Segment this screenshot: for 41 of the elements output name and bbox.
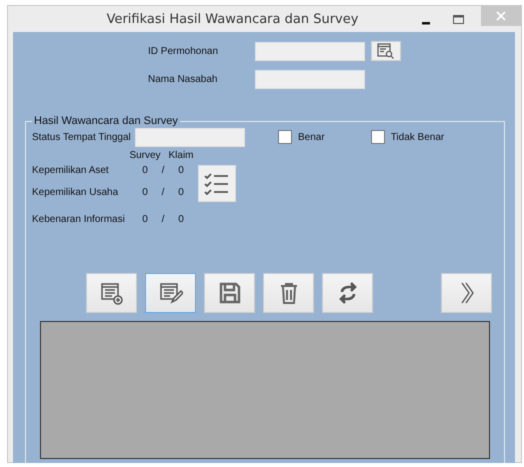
input-field[interactable] xyxy=(255,42,365,60)
window-title: Verifikasi Hasil Wawancara dan Survey xyxy=(106,12,360,26)
survey-value: 0 xyxy=(141,214,149,225)
row-label: Kepemilikan Usaha xyxy=(32,187,120,198)
row-label: Kebenaran Informasi xyxy=(32,214,126,225)
claim-value: 0 xyxy=(177,187,185,198)
next-button[interactable] xyxy=(441,273,492,313)
list-add-icon xyxy=(100,281,124,305)
checklist-icon xyxy=(204,172,230,196)
column-header: Survey xyxy=(129,150,161,160)
edit-button[interactable] xyxy=(145,273,196,313)
add-button[interactable] xyxy=(86,273,137,313)
field-label: Status Tempat Tinggal xyxy=(32,132,132,142)
group-title: Hasil Wawancara dan Survey xyxy=(33,115,179,127)
save-icon xyxy=(218,281,242,305)
checklist-button[interactable] xyxy=(198,165,236,202)
survey-value: 0 xyxy=(141,164,149,176)
save-button[interactable] xyxy=(204,273,255,313)
row-label: Kepemilikan Aset xyxy=(32,164,110,176)
input-field[interactable] xyxy=(135,128,245,146)
list-edit-icon xyxy=(158,281,182,305)
separator-text: / xyxy=(160,187,166,198)
lookup-button[interactable] xyxy=(371,41,401,61)
separator-text: / xyxy=(160,164,166,176)
checkbox[interactable]: Tidak Benar xyxy=(370,130,444,144)
input-field[interactable] xyxy=(255,70,365,89)
column-header: Klaim xyxy=(168,150,194,160)
checkbox[interactable]: Benar xyxy=(278,130,325,144)
field-label: ID Permohonan xyxy=(148,46,220,56)
claim-value: 0 xyxy=(177,214,185,225)
separator-text: / xyxy=(160,214,166,225)
field-label: Nama Nasabah xyxy=(148,74,218,85)
claim-value: 0 xyxy=(177,164,185,176)
close-icon xyxy=(496,11,506,21)
list-search-icon xyxy=(377,43,395,59)
refresh-button[interactable] xyxy=(322,273,373,313)
double-chevron-icon xyxy=(458,281,474,305)
maximize-icon xyxy=(452,14,464,24)
survey-value: 0 xyxy=(141,187,149,198)
delete-button[interactable] xyxy=(263,273,314,313)
minimize-icon xyxy=(422,22,430,24)
